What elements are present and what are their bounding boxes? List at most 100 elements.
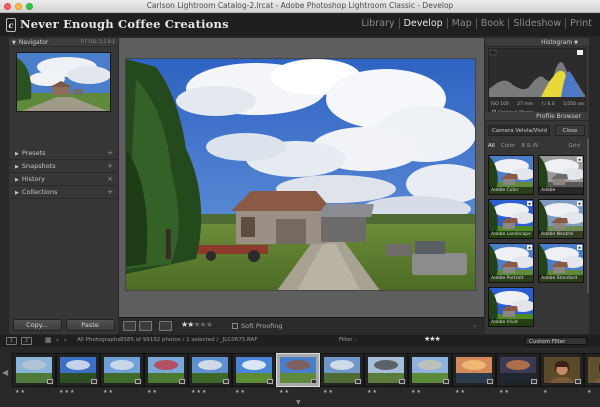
- clear-history-icon[interactable]: ×: [107, 173, 113, 186]
- filmstrip-thumbnail[interactable]: [584, 353, 600, 387]
- add-snapshot-icon[interactable]: +: [107, 160, 113, 173]
- histogram[interactable]: ISO 100 27 mm f / 8.0 1/250 sec Original…: [488, 48, 586, 118]
- profile-scrollbar[interactable]: [587, 138, 589, 293]
- profile-name: Adobe Neutral: [539, 231, 583, 238]
- filmstrip-thumbnail[interactable]: [408, 353, 452, 387]
- module-map[interactable]: Map: [448, 18, 477, 29]
- filmstrip-thumbnail[interactable]: [12, 353, 56, 387]
- main-window-button[interactable]: 1: [6, 337, 17, 345]
- profile-thumbnail[interactable]: Adobe Neutral ★: [538, 199, 584, 239]
- thumbnail-rating: ★★: [15, 389, 26, 395]
- profile-thumbnail[interactable]: Adobe Vivid: [488, 287, 534, 327]
- profile-thumbnail[interactable]: Adobe Standard ★: [538, 243, 584, 283]
- collections-label: Collections: [21, 188, 58, 196]
- toolbar-chevron-icon[interactable]: ⌄: [472, 321, 478, 329]
- forward-arrow-icon[interactable]: ›: [64, 336, 67, 344]
- edited-badge-icon: [487, 379, 493, 384]
- filmstrip-left-arrow-icon[interactable]: ◀: [2, 368, 8, 377]
- zoom-4-1[interactable]: 4:1: [108, 40, 115, 45]
- edited-badge-icon: [575, 379, 581, 384]
- filmstrip-thumbnail[interactable]: [364, 353, 408, 387]
- profile-thumbnail[interactable]: Adobe Color: [488, 155, 534, 195]
- main-photo[interactable]: [125, 58, 476, 291]
- module-print[interactable]: Print: [566, 18, 596, 29]
- module-book[interactable]: Book: [477, 18, 510, 29]
- thumbnail-rating: ★★: [235, 389, 246, 395]
- profile-name: Adobe Monochrome: [539, 187, 583, 194]
- favorite-star-icon[interactable]: ★: [527, 201, 532, 206]
- add-collection-icon[interactable]: +: [107, 186, 113, 199]
- profile-grid: Adobe Color Adobe Monochrome ★ Adobe Land…: [488, 155, 584, 327]
- image-canvas[interactable]: [119, 38, 484, 317]
- identity-plate-text: Never Enough Coffee Creations: [20, 17, 229, 31]
- expand-triangle-icon: ▶: [15, 164, 19, 170]
- loupe-view-button[interactable]: [123, 321, 136, 331]
- thumbnail-rating: ★★★: [59, 389, 76, 395]
- rating-empty: ★★★: [193, 320, 212, 329]
- thumbnail-rating: ★★: [411, 389, 422, 395]
- filmstrip-thumbnail[interactable]: [320, 353, 364, 387]
- zoom-1-1[interactable]: 1:1: [99, 40, 106, 45]
- tab-bw[interactable]: B & W: [521, 143, 538, 149]
- favorite-star-icon[interactable]: ★: [527, 245, 532, 250]
- module-library[interactable]: Library: [357, 18, 400, 29]
- section-snapshots[interactable]: ▶ Snapshots +: [9, 160, 118, 173]
- zoom-fit[interactable]: FIT: [81, 40, 88, 45]
- grid-view-select[interactable]: Grid: [568, 143, 580, 149]
- navigator-preview[interactable]: [16, 52, 111, 112]
- filmstrip-thumbnail[interactable]: [188, 353, 232, 387]
- soft-proofing-checkbox[interactable]: [232, 323, 238, 329]
- histogram-graph: [489, 49, 585, 97]
- section-history[interactable]: ▶ History ×: [9, 173, 118, 186]
- source-label[interactable]: All Photographs: [77, 337, 120, 343]
- expand-triangle-icon: ▶: [15, 190, 19, 196]
- grid-icon[interactable]: ▦: [45, 336, 52, 344]
- secondary-window-button[interactable]: 2: [21, 337, 32, 345]
- histogram-header[interactable]: Histogram ▼: [485, 38, 589, 47]
- profile-group-select[interactable]: Camera Velvia/Vivid: [488, 125, 550, 136]
- copy-button[interactable]: Copy...: [12, 319, 62, 331]
- navigator-header[interactable]: ▼ Navigator FIT FILL 1:1 4:1: [9, 38, 118, 47]
- zoom-fill[interactable]: FILL: [89, 40, 98, 45]
- left-panel: ▼ Navigator FIT FILL 1:1 4:1 ▶ Presets + ▶ S…: [9, 38, 118, 334]
- tab-color[interactable]: Color: [501, 143, 515, 149]
- close-profile-browser-button[interactable]: Close: [555, 125, 585, 136]
- tab-all[interactable]: All: [488, 143, 495, 149]
- module-develop[interactable]: Develop: [400, 18, 448, 29]
- before-after-button[interactable]: [139, 321, 152, 331]
- favorite-star-icon[interactable]: ★: [577, 201, 582, 206]
- thumbnail-rating: ★★: [455, 389, 466, 395]
- filmstrip-thumbnail[interactable]: [540, 353, 584, 387]
- filter-stars[interactable]: ★★★: [424, 335, 441, 343]
- filmstrip-thumbnail[interactable]: [144, 353, 188, 387]
- filmstrip-thumbnail[interactable]: [232, 353, 276, 387]
- filmstrip-thumbnail[interactable]: [496, 353, 540, 387]
- section-presets[interactable]: ▶ Presets +: [9, 147, 118, 160]
- profile-thumbnail[interactable]: Adobe Landscape ★: [488, 199, 534, 239]
- filmstrip-thumbnail[interactable]: [56, 353, 100, 387]
- soft-proofing-toggle[interactable]: Soft Proofing: [232, 322, 283, 330]
- module-picker: Library Develop Map Book Slideshow Print: [357, 18, 596, 29]
- back-arrow-icon[interactable]: ‹: [56, 336, 59, 344]
- profile-thumbnail[interactable]: Adobe Portrait ★: [488, 243, 534, 283]
- section-collections[interactable]: ▶ Collections +: [9, 186, 118, 199]
- edited-badge-icon: [223, 379, 229, 384]
- filmstrip-thumbnail[interactable]: [276, 353, 320, 387]
- module-slideshow[interactable]: Slideshow: [509, 18, 567, 29]
- coffee-cup-icon: c: [6, 18, 16, 32]
- custom-filter-select[interactable]: Custom Filter: [525, 337, 587, 345]
- favorite-star-icon[interactable]: ★: [577, 157, 582, 162]
- favorite-star-icon[interactable]: ★: [577, 245, 582, 250]
- add-preset-icon[interactable]: +: [107, 147, 113, 160]
- edited-badge-icon: [311, 379, 317, 384]
- filmstrip-thumbnail[interactable]: [100, 353, 144, 387]
- navigator-preview-image: [17, 53, 110, 111]
- profile-thumbnail[interactable]: Adobe Monochrome ★: [538, 155, 584, 195]
- show-filmstrip-arrow-icon[interactable]: ▼: [296, 399, 301, 406]
- rating-stars[interactable]: ★★★★★: [181, 320, 213, 329]
- yy-view-button[interactable]: [159, 321, 172, 331]
- filmstrip-thumbnail[interactable]: [452, 353, 496, 387]
- paste-button[interactable]: Paste: [65, 319, 115, 331]
- thumbnail-rating: ★: [587, 389, 593, 395]
- collapse-triangle-icon: ▼: [574, 40, 578, 46]
